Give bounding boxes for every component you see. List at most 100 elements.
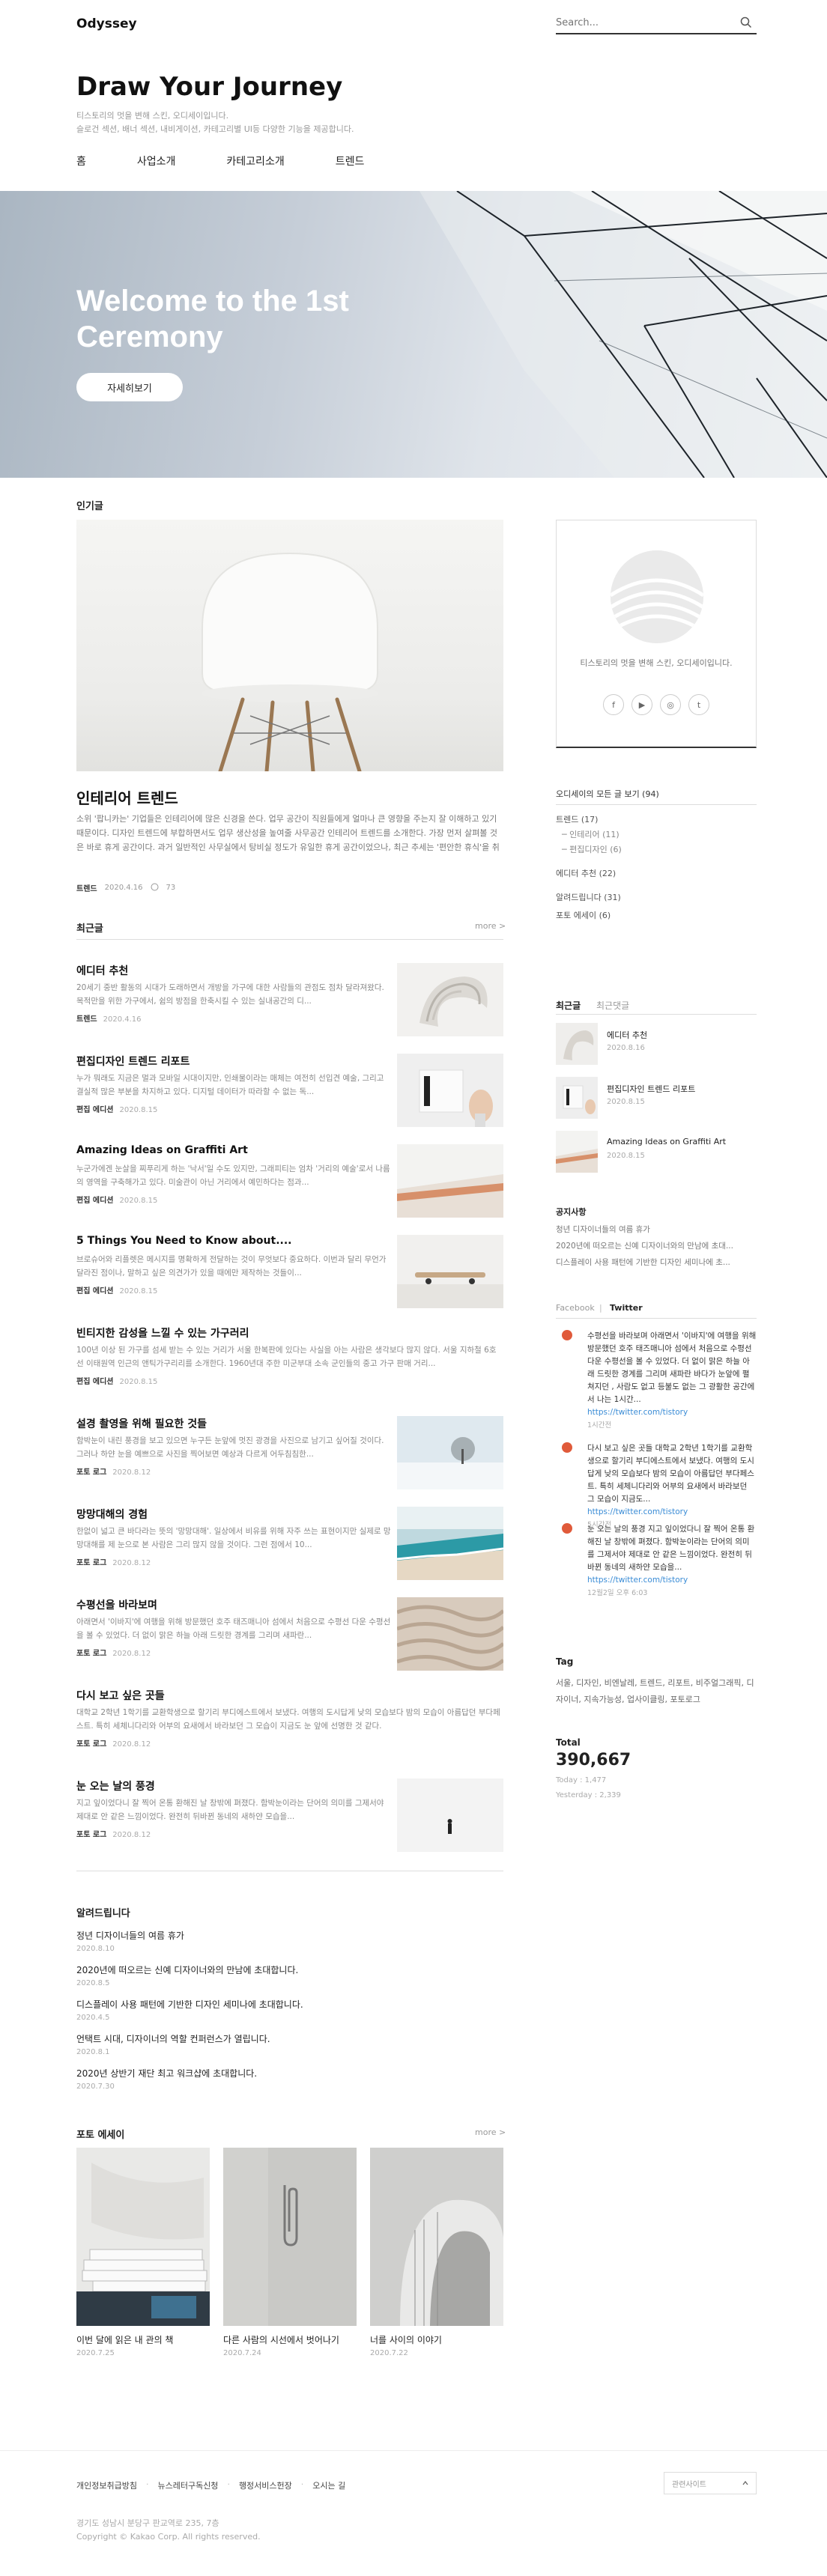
list-item[interactable]: 디스플레이 사용 패턴에 기반한 디자인 세미나에 초대합니다. 2020.4.5 [76,1998,303,2022]
footer-link-charter[interactable]: 행정서비스헌장 [239,2479,292,2491]
tab-recent-posts[interactable]: 최근글 [556,999,581,1012]
list-item[interactable]: 편집디자인 트렌드 리포트 누가 뭐래도 지금은 멀과 모바일 시대이지만, 인… [76,1054,503,1136]
category-item[interactable]: 포토 에세이 (6) [556,909,611,921]
sidebar-post-title[interactable]: Amazing Ideas on Graffiti Art [607,1137,726,1146]
post-title[interactable]: 빈티지한 감성을 느낄 수 있는 가구러리 [76,1325,503,1340]
footer-link-privacy[interactable]: 개인정보취급방침 [76,2479,137,2491]
list-item[interactable]: 수평선을 바라보며 아래면서 '이바지'에 여행을 위해 방문했던 호주 태즈매… [76,1597,503,1680]
post-category[interactable]: 트렌드 [76,1015,97,1024]
tweet-item[interactable]: 눈 오는 날의 풍경 지고 잎이었다니 잘 찍어 온통 환해진 날 창밖에 펴졌… [556,1523,757,1606]
nav-item-home[interactable]: 홈 [76,154,86,168]
featured-post-title[interactable]: 인테리어 트렌드 [76,786,178,808]
post-thumbnail[interactable] [397,1597,503,1671]
notice-title[interactable]: 정년 디자이너들의 여름 휴가 [76,1929,184,1942]
sidebar-post[interactable]: Amazing Ideas on Graffiti Art 2020.8.15 [556,1131,757,1173]
recent-more-link[interactable]: more > [475,921,506,931]
tweet-item[interactable]: 다시 보고 싶은 곳들 대학교 2학년 1학기를 교환학생으로 할기리 부디에스… [556,1442,757,1529]
tweet-link[interactable]: https://twitter.com/tistory [587,1506,757,1519]
post-thumbnail[interactable] [397,1054,503,1127]
list-item[interactable]: 망망대해의 경험 한없이 넓고 큰 바다라는 뜻의 '망망대해'. 일상에서 비… [76,1507,503,1589]
instagram-icon[interactable]: ◎ [660,694,681,715]
nav-item-trend[interactable]: 트렌드 [336,154,365,168]
post-category[interactable]: 포토 로그 [76,1468,106,1477]
tweet-item[interactable]: 수평선을 바라보며 아래면서 '이바지'에 여행을 위해 방문했던 호주 태즈매… [556,1330,757,1432]
photo-card[interactable]: 너를 사이의 이야기 2020.7.22 [370,2148,503,2357]
list-item[interactable]: 5 Things You Need to Know about.... 브로슈어… [76,1235,503,1317]
tweet-link[interactable]: https://twitter.com/tistory [587,1574,757,1587]
facebook-icon[interactable]: f [603,694,624,715]
twitter-icon[interactable]: t [688,694,709,715]
list-item[interactable]: 2020년 상반기 재단 최고 워크샵에 초대합니다. 2020.7.30 [76,2067,257,2091]
post-title[interactable]: 망망대해의 경험 [76,1507,391,1522]
list-item[interactable]: 정년 디자이너들의 여름 휴가 2020.8.10 [76,1929,184,1953]
sidebar-post-thumbnail[interactable] [556,1023,598,1065]
search-box[interactable] [556,13,757,34]
post-title[interactable]: 눈 오는 날의 풍경 [76,1778,391,1793]
sidebar-notice-item[interactable]: 청년 디자이너들의 여름 휴가 [556,1224,757,1235]
post-category[interactable]: 포토 로그 [76,1650,106,1658]
category-all-link[interactable]: 오디세이의 모든 글 보기 (94) [556,788,659,800]
avatar[interactable] [611,550,703,643]
blog-logo[interactable]: Odyssey [76,16,137,31]
post-thumbnail[interactable] [397,1778,503,1852]
list-item[interactable]: 눈 오는 날의 풍경 지고 잎이었다니 잘 찍어 온통 환해진 날 창밖에 펴졌… [76,1778,503,1861]
category-item[interactable]: ─ 편집디자인 (6) [562,843,622,855]
sidebar-post-title[interactable]: 에디터 추천 [607,1029,647,1041]
footer-link-directions[interactable]: 오시는 길 [312,2479,345,2491]
family-site-select[interactable]: 관련사이트 [664,2472,757,2494]
photo-title[interactable]: 다른 사람의 시선에서 벗어나기 [223,2333,357,2346]
sidebar-post[interactable]: 편집디자인 트렌드 리포트 2020.8.15 [556,1077,757,1119]
post-title[interactable]: 5 Things You Need to Know about.... [76,1235,391,1247]
notice-title[interactable]: 2020년에 떠오르는 신예 디자이너와의 만남에 초대합니다. [76,1963,298,1976]
post-category[interactable]: 포토 로그 [76,1559,106,1567]
photo-card[interactable]: 이번 달에 읽은 내 관의 책 2020.7.25 [76,2148,210,2357]
list-item[interactable]: 2020년에 떠오르는 신예 디자이너와의 만남에 초대합니다. 2020.8.5 [76,1963,298,1987]
list-item[interactable]: 에디터 추천 20세기 중반 활동의 시대가 도래하면서 개방을 가구에 대한 … [76,963,503,1045]
tag-cloud[interactable]: 서울, 디자인, 비엔날레, 트렌드, 리포트, 비주얼그래픽, 디자이너, 지… [556,1675,757,1708]
photo-essay-more-link[interactable]: more > [475,2127,506,2137]
list-item[interactable]: 설경 촬영을 위해 필요한 것들 함박눈이 내린 풍경을 보고 있으면 누구든 … [76,1416,503,1498]
category-item[interactable]: 알려드립니다 (31) [556,891,621,903]
post-title[interactable]: 다시 보고 싶은 곳들 [76,1688,503,1703]
tab-recent-comments[interactable]: 최근댓글 [596,999,629,1012]
post-category[interactable]: 편집 에디션 [76,1287,113,1295]
post-title[interactable]: 에디터 추천 [76,963,391,978]
category-item[interactable]: ─ 인테리어 (11) [562,828,620,840]
post-thumbnail[interactable] [397,1507,503,1580]
post-thumbnail[interactable] [397,1235,503,1308]
list-item[interactable]: 다시 보고 싶은 곳들 대학교 2학년 1학기를 교환학생으로 할기리 부디에스… [76,1688,503,1770]
search-icon[interactable] [740,16,752,31]
category-item[interactable]: 트렌드 (17) [556,813,598,825]
photo-image[interactable] [370,2148,503,2326]
photo-image[interactable] [223,2148,357,2326]
post-title[interactable]: Amazing Ideas on Graffiti Art [76,1144,391,1156]
nav-item-business[interactable]: 사업소개 [137,154,176,168]
notice-title[interactable]: 2020년 상반기 재단 최고 워크샵에 초대합니다. [76,2067,257,2080]
nav-item-category[interactable]: 카테고리소개 [226,154,284,168]
photo-title[interactable]: 이번 달에 읽은 내 관의 책 [76,2333,210,2346]
post-category[interactable]: 편집 에디션 [76,1106,113,1114]
notice-title[interactable]: 언택트 시대, 디자이너의 역할 컨퍼런스가 열립니다. [76,2032,270,2045]
tab-twitter[interactable]: Twitter [610,1303,643,1313]
tab-facebook[interactable]: Facebook [556,1303,595,1313]
post-category[interactable]: 편집 에디션 [76,1197,113,1205]
post-category[interactable]: 편집 에디션 [76,1378,113,1386]
notice-title[interactable]: 디스플레이 사용 패턴에 기반한 디자인 세미나에 초대합니다. [76,1998,303,2011]
featured-post-image[interactable] [76,520,503,771]
post-thumbnail[interactable] [397,963,503,1036]
post-title[interactable]: 설경 촬영을 위해 필요한 것들 [76,1416,391,1431]
list-item[interactable]: 빈티지한 감성을 느낄 수 있는 가구러리 100년 이상 된 가구를 섬세 받… [76,1325,503,1408]
sidebar-post[interactable]: 에디터 추천 2020.8.16 [556,1023,757,1065]
post-category[interactable]: 포토 로그 [76,1740,106,1749]
tweet-link[interactable]: https://twitter.com/tistory [587,1406,757,1419]
photo-title[interactable]: 너를 사이의 이야기 [370,2333,503,2346]
photo-image[interactable] [76,2148,210,2326]
list-item[interactable]: 언택트 시대, 디자이너의 역할 컨퍼런스가 열립니다. 2020.8.1 [76,2032,270,2056]
sidebar-post-title[interactable]: 편집디자인 트렌드 리포트 [607,1083,695,1095]
sidebar-post-thumbnail[interactable] [556,1077,598,1119]
sidebar-notice-item[interactable]: 2020년에 떠오르는 신예 디자이너와의 만남에 초대... [556,1240,757,1251]
photo-card[interactable]: 다른 사람의 시선에서 벗어나기 2020.7.24 [223,2148,357,2357]
category-item[interactable]: 에디터 추천 (22) [556,867,616,879]
post-title[interactable]: 편집디자인 트렌드 리포트 [76,1054,391,1069]
sidebar-post-thumbnail[interactable] [556,1131,598,1173]
